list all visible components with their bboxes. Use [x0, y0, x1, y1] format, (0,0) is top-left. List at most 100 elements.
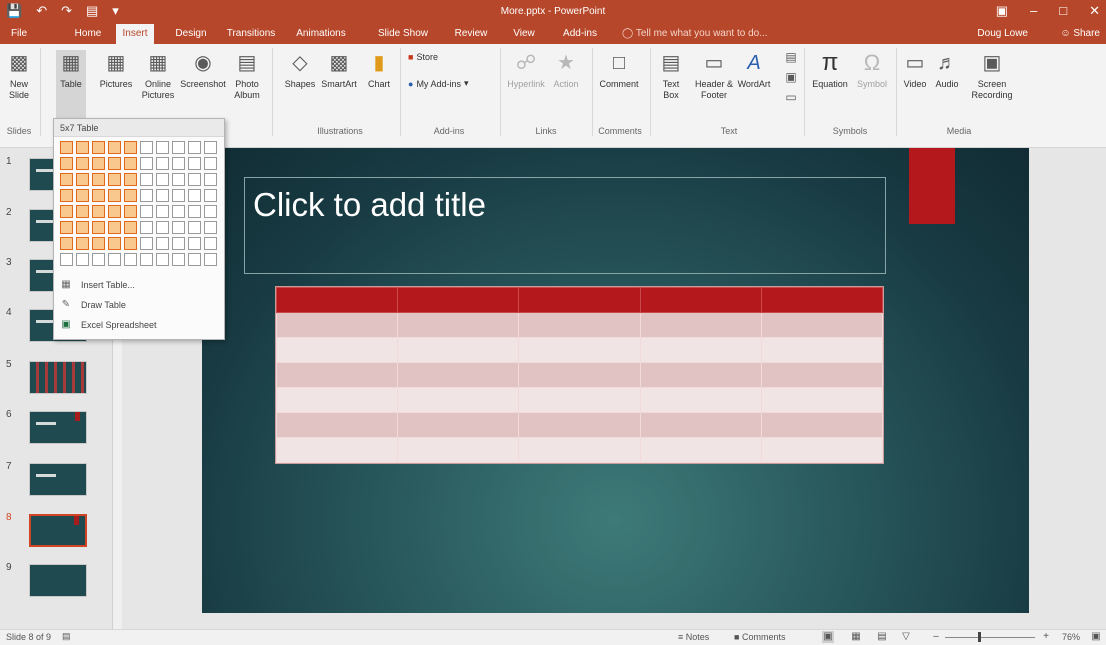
fit-to-window-icon[interactable]: ▣ — [1090, 631, 1102, 643]
table-grid-cell[interactable] — [60, 237, 73, 250]
table-grid-cell[interactable] — [172, 157, 185, 170]
table-grid-cell[interactable] — [124, 141, 137, 154]
table-grid-cell[interactable] — [124, 221, 137, 234]
table-grid-cell[interactable] — [76, 253, 89, 266]
table-grid-cell[interactable] — [108, 253, 121, 266]
table-grid-cell[interactable] — [140, 173, 153, 186]
tab-home[interactable]: Home — [68, 24, 108, 44]
slide-number-button[interactable]: ▣ — [778, 68, 800, 89]
table-cell[interactable] — [760, 287, 884, 313]
object-button[interactable]: ▭ — [778, 88, 800, 109]
draw-table-item[interactable]: ✎ Draw Table — [54, 297, 224, 315]
table-cell[interactable] — [760, 362, 884, 388]
table-cell[interactable] — [760, 337, 884, 363]
tab-file[interactable]: File — [6, 24, 32, 44]
table-grid-cell[interactable] — [156, 205, 169, 218]
table-grid-cell[interactable] — [92, 157, 105, 170]
table-cell[interactable] — [518, 337, 641, 363]
table-grid-cell[interactable] — [92, 237, 105, 250]
table-grid-cell[interactable] — [60, 205, 73, 218]
action-button[interactable]: ★ Action — [548, 50, 584, 90]
table-grid-cell[interactable] — [156, 141, 169, 154]
table-cell[interactable] — [397, 387, 520, 413]
table-grid-cell[interactable] — [92, 205, 105, 218]
table-grid-cell[interactable] — [124, 173, 137, 186]
store-button[interactable]: ■ Store — [408, 52, 438, 62]
table-cell[interactable] — [397, 337, 520, 363]
slide-table[interactable] — [275, 286, 884, 464]
reading-view-icon[interactable]: ▤ — [876, 631, 888, 643]
text-box-button[interactable]: ▤ Text Box — [656, 50, 686, 101]
table-grid-cell[interactable] — [204, 237, 217, 250]
table-grid-cell[interactable] — [188, 157, 201, 170]
zoom-out-icon[interactable]: – — [930, 631, 942, 643]
tab-slide-show[interactable]: Slide Show — [376, 24, 430, 44]
slide-thumbnail-selected[interactable]: 8 — [0, 510, 110, 560]
table-cell[interactable] — [397, 437, 520, 463]
table-cell[interactable] — [397, 412, 520, 438]
screen-recording-button[interactable]: ▣ Screen Recording — [966, 50, 1018, 101]
table-grid-cell[interactable] — [140, 141, 153, 154]
table-grid-cell[interactable] — [188, 253, 201, 266]
table-cell[interactable] — [760, 312, 884, 338]
maximize-icon[interactable]: □ — [1059, 3, 1067, 19]
table-grid-cell[interactable] — [92, 141, 105, 154]
table-grid-cell[interactable] — [60, 141, 73, 154]
table-grid-cell[interactable] — [92, 253, 105, 266]
table-cell[interactable] — [397, 287, 520, 313]
table-cell[interactable] — [275, 437, 399, 463]
table-grid-cell[interactable] — [172, 173, 185, 186]
table-grid-cell[interactable] — [124, 189, 137, 202]
tab-transitions[interactable]: Transitions — [222, 24, 280, 44]
table-grid-cell[interactable] — [108, 189, 121, 202]
date-time-button[interactable]: ▤ — [778, 48, 800, 69]
symbol-button[interactable]: Ω Symbol — [854, 50, 890, 90]
table-grid-cell[interactable] — [76, 205, 89, 218]
table-cell[interactable] — [518, 312, 641, 338]
table-grid-cell[interactable] — [76, 141, 89, 154]
smartart-button[interactable]: ▩ SmartArt — [318, 50, 360, 90]
table-cell[interactable] — [760, 412, 884, 438]
table-grid-cell[interactable] — [172, 253, 185, 266]
table-grid-cell[interactable] — [188, 141, 201, 154]
table-grid-cell[interactable] — [108, 205, 121, 218]
table-cell[interactable] — [397, 312, 520, 338]
tab-add-ins[interactable]: Add-ins — [560, 24, 600, 44]
audio-button[interactable]: ♬ Audio — [932, 50, 962, 90]
table-cell[interactable] — [275, 412, 399, 438]
table-cell[interactable] — [639, 287, 762, 313]
table-grid-cell[interactable] — [76, 189, 89, 202]
table-grid-cell[interactable] — [108, 221, 121, 234]
table-grid-cell[interactable] — [156, 173, 169, 186]
zoom-slider[interactable] — [945, 632, 1035, 642]
share-button[interactable]: ☺ Share — [1060, 28, 1100, 39]
table-cell[interactable] — [518, 387, 641, 413]
comments-button[interactable]: ■ Comments — [734, 632, 785, 642]
online-pictures-button[interactable]: ▦ Online Pictures — [140, 50, 176, 101]
table-grid-cell[interactable] — [188, 221, 201, 234]
photo-album-button[interactable]: ▤ Photo Album — [230, 50, 264, 101]
header-footer-button[interactable]: ▭ Header & Footer — [690, 50, 738, 101]
table-grid-cell[interactable] — [124, 157, 137, 170]
table-grid-cell[interactable] — [108, 237, 121, 250]
table-cell[interactable] — [275, 337, 399, 363]
insert-table-item[interactable]: ▦ Insert Table... — [54, 277, 224, 295]
my-addins-button[interactable]: ● My Add-ins ▾ — [408, 78, 469, 89]
table-grid-cell[interactable] — [60, 221, 73, 234]
wordart-button[interactable]: A WordArt — [736, 50, 772, 90]
table-grid-cell[interactable] — [204, 173, 217, 186]
video-button[interactable]: ▭ Video — [900, 50, 930, 90]
table-grid-cell[interactable] — [156, 157, 169, 170]
table-cell[interactable] — [397, 362, 520, 388]
table-grid-cell[interactable] — [60, 189, 73, 202]
table-grid-cell[interactable] — [140, 157, 153, 170]
title-placeholder[interactable]: Click to add title — [244, 177, 886, 274]
table-grid-cell[interactable] — [172, 237, 185, 250]
table-grid-cell[interactable] — [172, 205, 185, 218]
table-grid-cell[interactable] — [76, 237, 89, 250]
hyperlink-button[interactable]: ☍ Hyperlink — [506, 50, 546, 90]
table-grid-cell[interactable] — [92, 189, 105, 202]
tab-view[interactable]: View — [508, 24, 540, 44]
table-grid-cell[interactable] — [204, 157, 217, 170]
zoom-slider-thumb[interactable] — [978, 632, 981, 642]
